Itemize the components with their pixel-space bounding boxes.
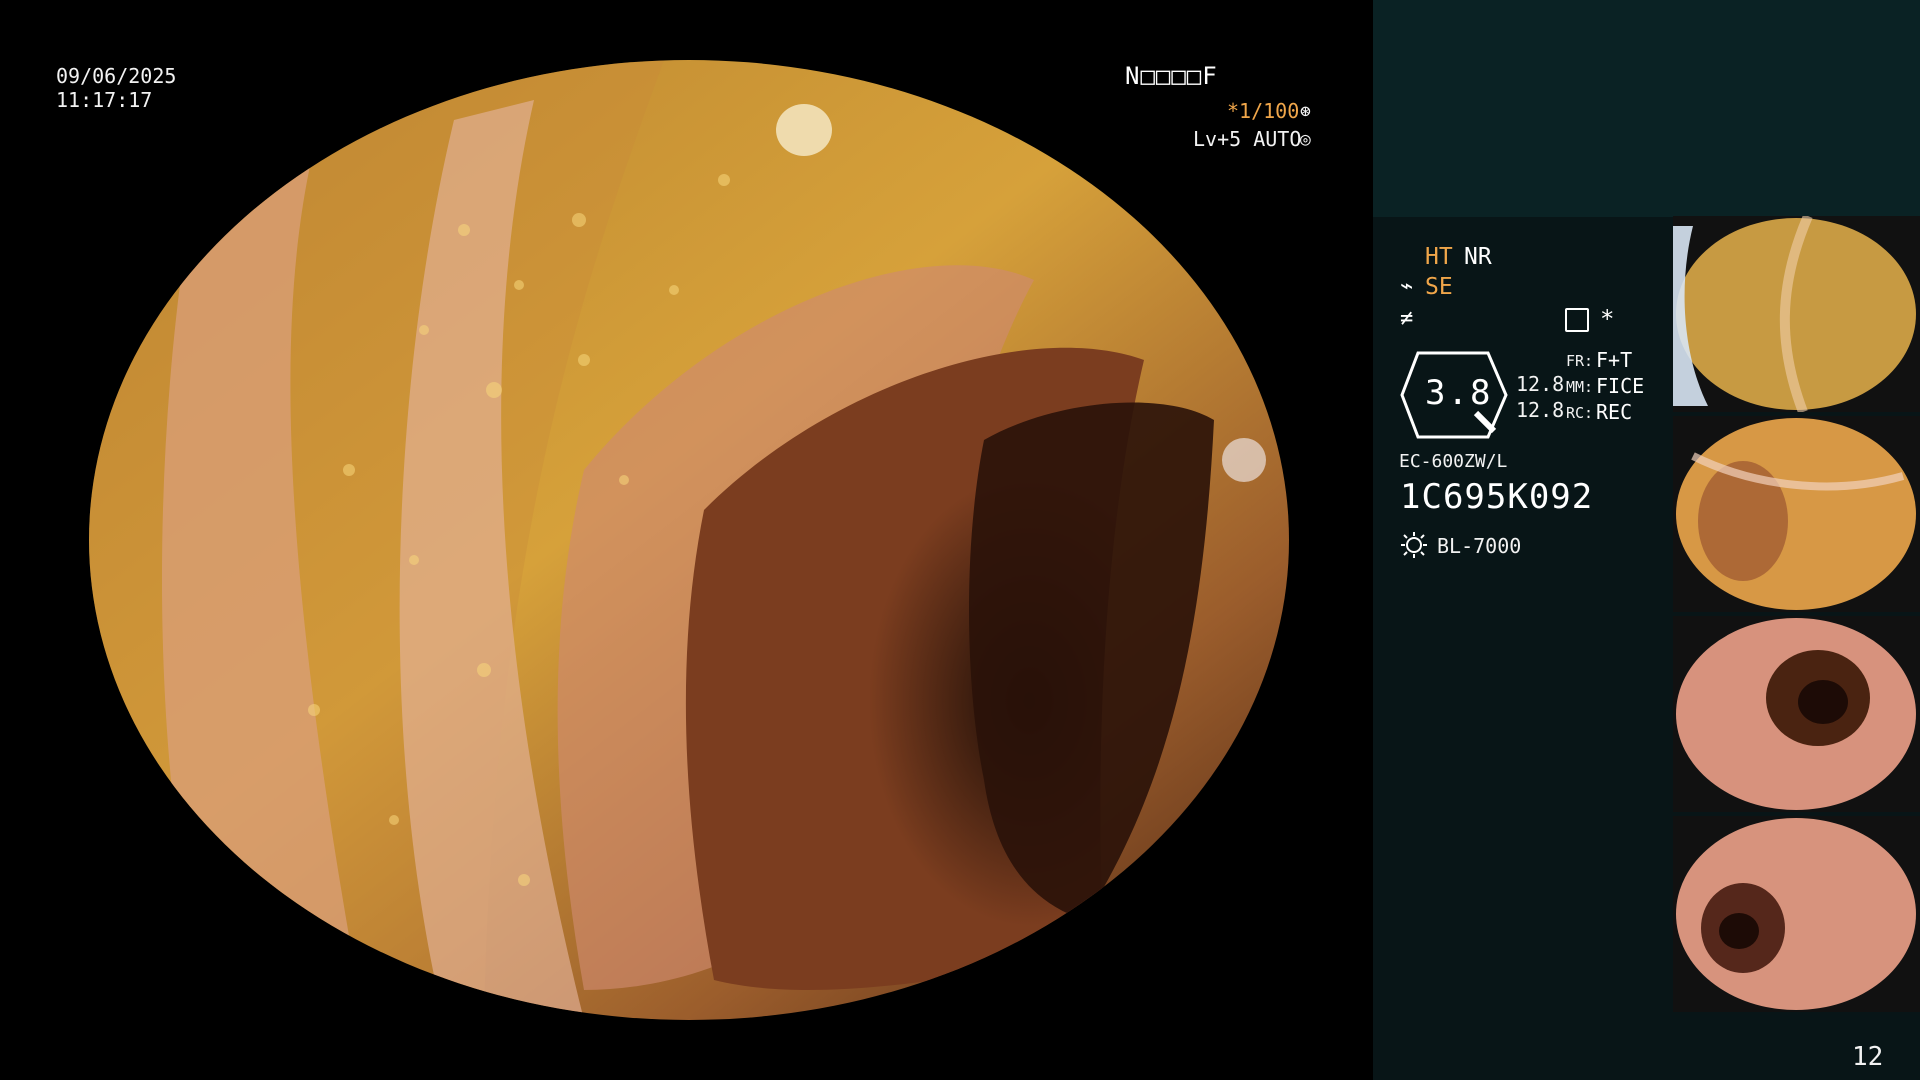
thumbnail-3[interactable] [1673,616,1920,812]
flat-icon: ≠ [1400,306,1414,331]
se-label: SE [1425,274,1453,300]
scope-serial: 1C695K092 [1400,477,1594,517]
nr-label: NR [1464,244,1492,270]
value-1: 12.8 [1516,372,1565,396]
mode-code: N□□□□F [1125,62,1218,90]
rc-value: REC [1596,400,1633,424]
mm-label: MM: [1566,378,1594,396]
thumbnail-2[interactable] [1673,416,1920,612]
fr-value: F+T [1596,348,1633,372]
thumbnail-1[interactable] [1673,216,1920,412]
ht-label: HT [1425,244,1453,270]
aperture-icon: ⊛ [1300,101,1311,122]
endoscope-view [89,60,1289,1020]
mm-value: FICE [1596,374,1645,398]
shutter-speed: *1/100 [1227,99,1300,123]
rc-label: RC: [1566,404,1594,422]
scope-model: EC-600ZW/L [1399,451,1508,472]
auto-iris-icon: ◎ [1300,129,1311,150]
right-panel-top [1373,0,1920,217]
value-2: 12.8 [1516,398,1565,422]
time-text: 11:17:17 [56,88,153,112]
page-number: 12 [1852,1042,1884,1072]
light-source: BL-7000 [1437,534,1522,558]
light-icon [1401,532,1427,558]
date-text: 09/06/2025 [56,64,177,88]
menu-icon [1565,308,1589,332]
star-indicator: * [1600,305,1615,333]
level-auto: Lv+5 AUTO [1193,127,1302,151]
timestamp: 09/06/2025 11:17:17 [56,64,176,112]
signal-icon: ⌁ [1400,274,1414,299]
zoom-value: 3.8 [1425,373,1493,413]
thumbnail-strip [1673,216,1920,1018]
thumbnail-4[interactable] [1673,816,1920,1012]
fr-label: FR: [1566,352,1594,370]
